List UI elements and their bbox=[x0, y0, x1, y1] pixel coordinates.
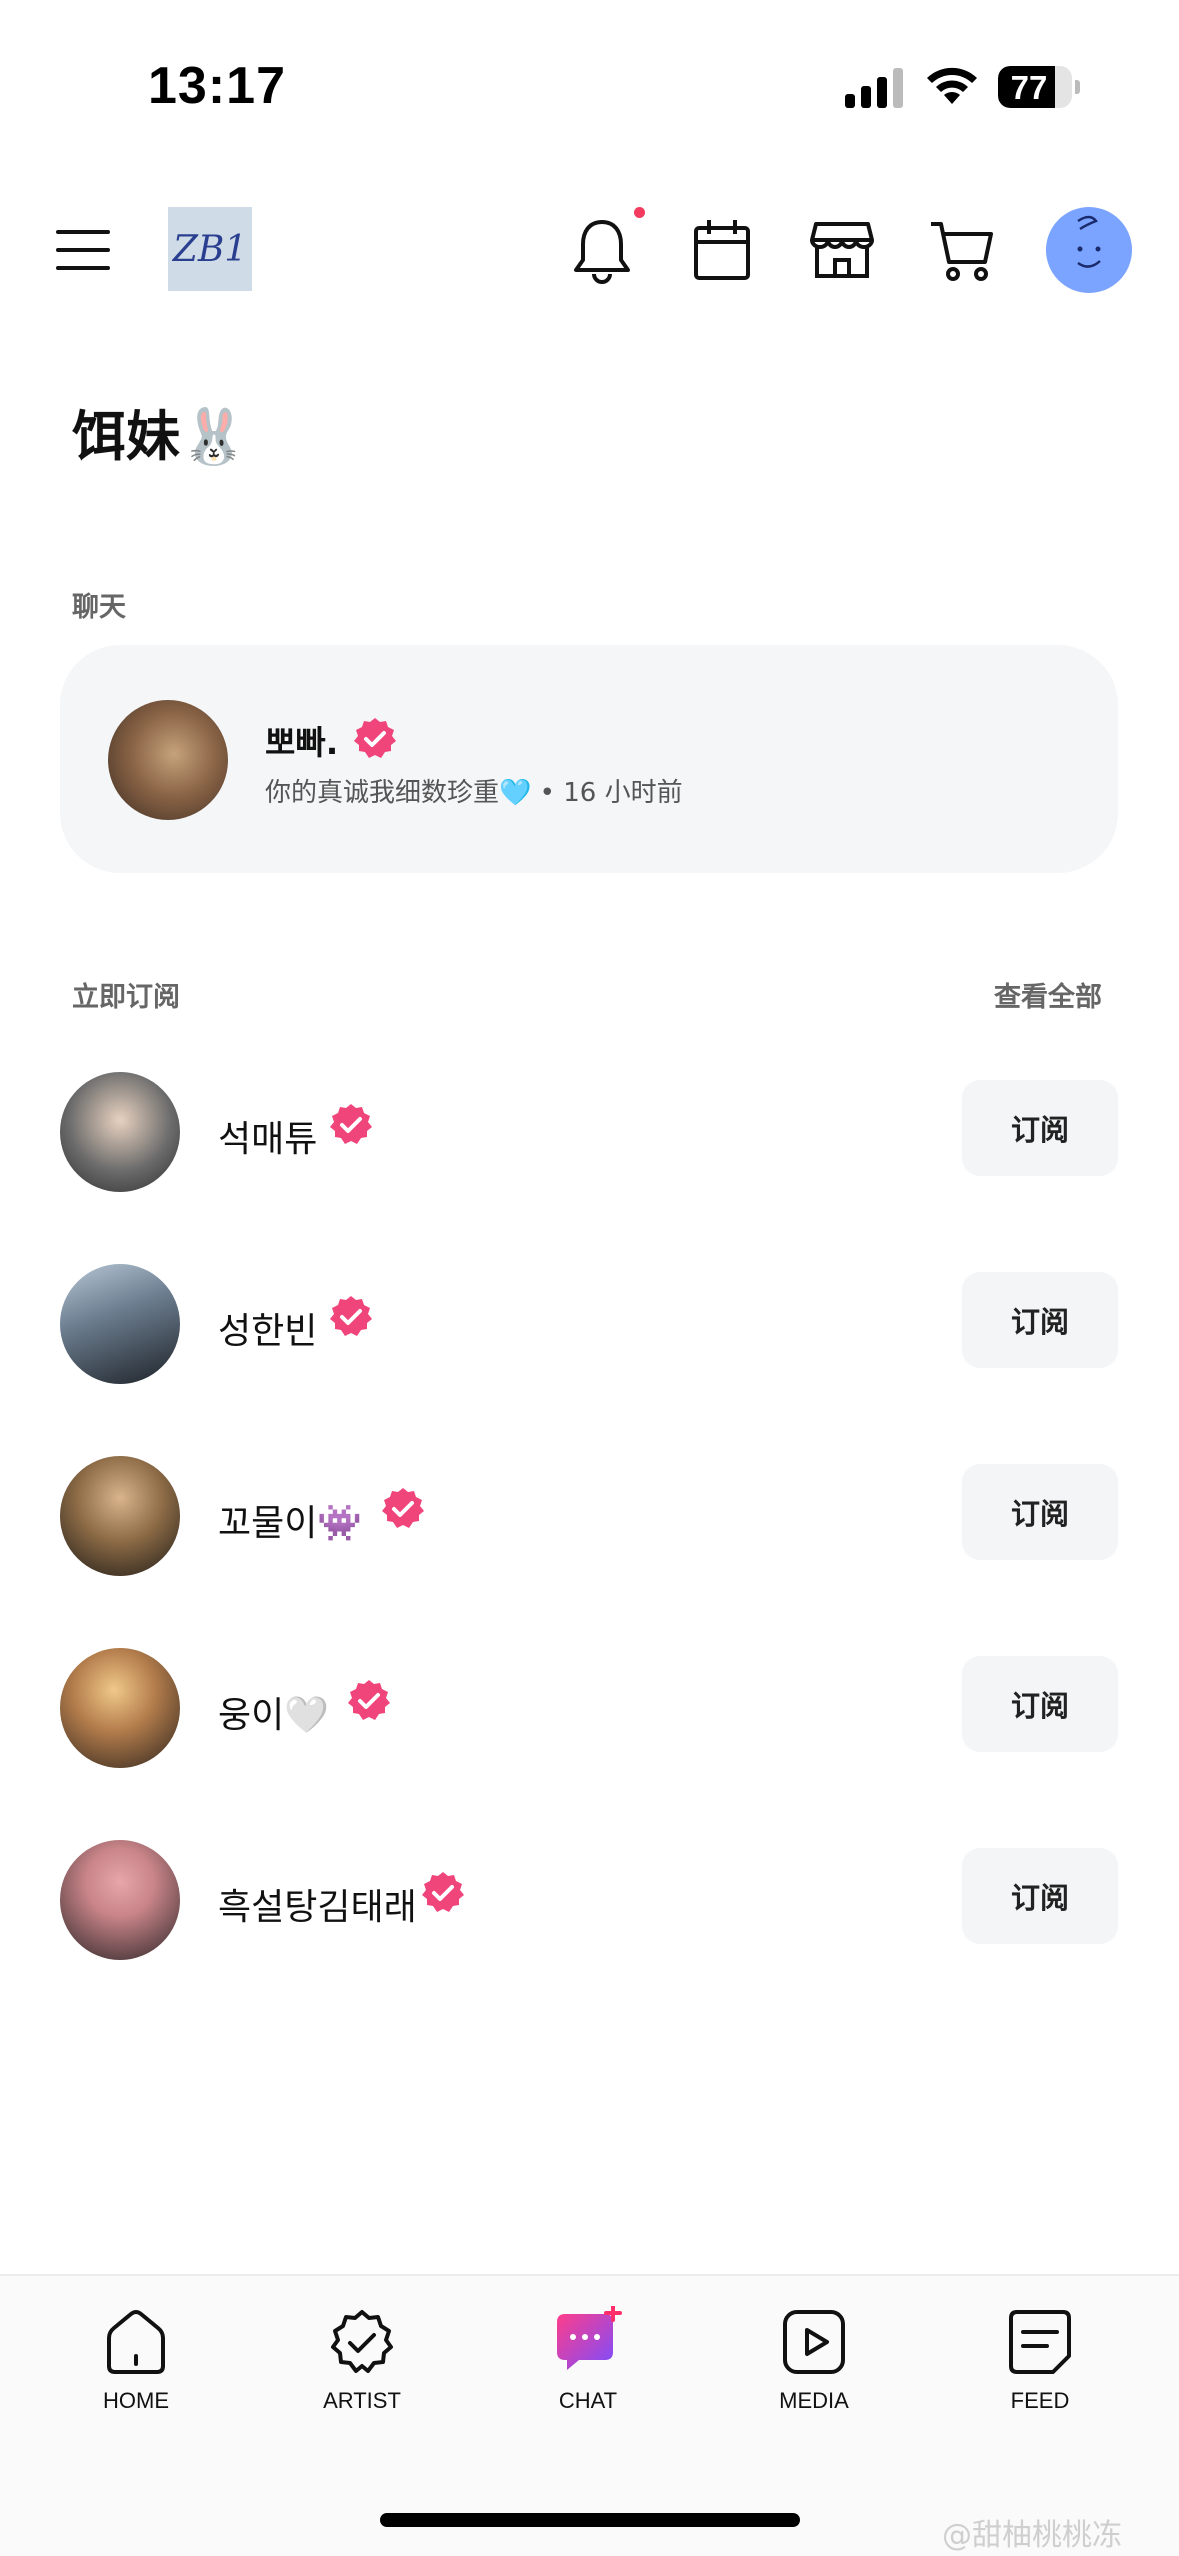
profile-avatar[interactable] bbox=[1046, 207, 1132, 293]
home-indicator[interactable] bbox=[380, 2513, 800, 2527]
artist-name: 석매튜 bbox=[218, 1119, 318, 1160]
doodle-face-icon bbox=[1077, 215, 1101, 268]
chat-section-label: 聊天 bbox=[72, 592, 126, 623]
verified-badge-icon bbox=[348, 1680, 390, 1720]
verified-badge-icon bbox=[330, 1296, 372, 1336]
home-icon bbox=[107, 2310, 165, 2374]
chat-icon bbox=[557, 2306, 622, 2370]
nav-label: FEED bbox=[1010, 2388, 1070, 2413]
artist-row[interactable]: 꼬물이👾 订阅 bbox=[0, 1454, 1179, 1578]
artist-name: 꼬물이👾 bbox=[218, 1503, 363, 1544]
artist-row[interactable]: 석매튜 订阅 bbox=[0, 1070, 1179, 1194]
artist-row[interactable]: 웅이🤍 订阅 bbox=[0, 1646, 1179, 1770]
nav-label: HOME bbox=[103, 2388, 169, 2413]
logo-text: ZB1 bbox=[172, 228, 248, 270]
notifications-button[interactable] bbox=[562, 210, 642, 290]
artist-avatar bbox=[60, 1072, 180, 1192]
menu-icon bbox=[56, 230, 110, 270]
nav-chat[interactable]: CHAT bbox=[518, 2306, 658, 2426]
artist-avatar bbox=[60, 1648, 180, 1768]
nav-home[interactable]: HOME bbox=[66, 2306, 206, 2426]
bell-icon bbox=[574, 220, 630, 284]
nav-label: MEDIA bbox=[779, 2388, 849, 2413]
status-time: 13:17 bbox=[148, 57, 286, 115]
cellular-signal-icon bbox=[845, 68, 903, 108]
artist-name: 웅이🤍 bbox=[218, 1695, 330, 1736]
media-play-icon bbox=[783, 2310, 845, 2374]
nav-label: ARTIST bbox=[323, 2388, 401, 2413]
view-all-link[interactable]: 查看全部 bbox=[994, 975, 1102, 1014]
subscribe-button[interactable]: 订阅 bbox=[962, 1080, 1118, 1176]
artist-avatar bbox=[60, 1840, 180, 1960]
calendar-icon bbox=[694, 220, 750, 280]
chat-preview: 你的真诚我细数珍重🩵 • 16 小时前 bbox=[265, 778, 683, 808]
subscribe-section-label: 立即订阅 bbox=[72, 982, 180, 1013]
wifi-icon bbox=[927, 67, 977, 104]
artist-row[interactable]: 흑설탕김태래 订阅 bbox=[0, 1838, 1179, 1962]
cart-icon bbox=[931, 222, 993, 281]
battery-indicator: 77 bbox=[998, 66, 1080, 108]
nav-label: CHAT bbox=[558, 2388, 618, 2413]
feed-icon bbox=[1009, 2310, 1071, 2374]
subscribe-button[interactable]: 订阅 bbox=[962, 1656, 1118, 1752]
artist-name: 흑설탕김태래 bbox=[218, 1887, 417, 1928]
status-bar: 13:17 77 bbox=[0, 0, 1179, 170]
chat-avatar bbox=[108, 700, 228, 820]
battery-level: 77 bbox=[1010, 69, 1048, 106]
artist-row[interactable]: 성한빈 订阅 bbox=[0, 1262, 1179, 1386]
verified-badge-icon bbox=[422, 1872, 464, 1912]
chat-name: 뽀빠. bbox=[265, 723, 339, 762]
verified-badge-icon bbox=[354, 718, 396, 758]
group-logo[interactable]: ZB1 bbox=[168, 207, 252, 291]
artist-name: 성한빈 bbox=[218, 1311, 318, 1352]
notification-badge bbox=[634, 207, 645, 218]
verified-badge-icon bbox=[330, 1104, 372, 1144]
nav-feed[interactable]: FEED bbox=[970, 2306, 1110, 2426]
artist-avatar bbox=[60, 1264, 180, 1384]
cart-button[interactable] bbox=[922, 210, 1002, 290]
page-title: 饵妹🐰 bbox=[72, 405, 248, 468]
verified-badge-icon bbox=[382, 1488, 424, 1528]
calendar-button[interactable] bbox=[682, 210, 762, 290]
nav-media[interactable]: MEDIA bbox=[744, 2306, 884, 2426]
shop-icon bbox=[810, 222, 874, 278]
artist-badge-icon bbox=[331, 2310, 393, 2373]
subscribe-button[interactable]: 订阅 bbox=[962, 1464, 1118, 1560]
watermark: @甜柚桃桃冻 bbox=[942, 2518, 1122, 2553]
nav-artist[interactable]: ARTIST bbox=[292, 2306, 432, 2426]
menu-button[interactable] bbox=[44, 210, 124, 290]
artist-avatar bbox=[60, 1456, 180, 1576]
subscribe-button[interactable]: 订阅 bbox=[962, 1272, 1118, 1368]
shop-button[interactable] bbox=[802, 210, 882, 290]
subscribe-button[interactable]: 订阅 bbox=[962, 1848, 1118, 1944]
